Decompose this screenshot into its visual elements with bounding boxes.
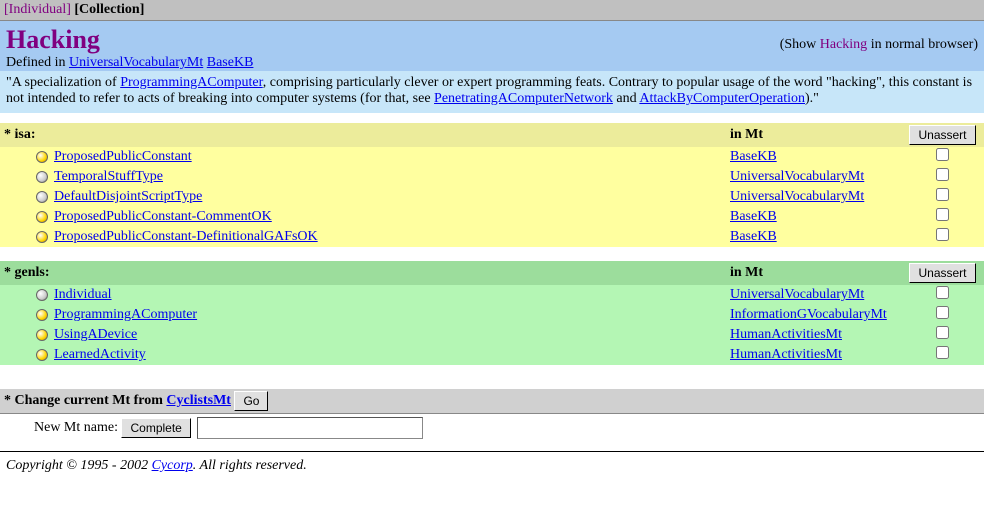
footer-text: Copyright © 1995 - 2002 [6,458,152,473]
bullet-icon [36,349,48,361]
unassert-checkbox[interactable] [936,208,949,221]
bullet-icon [36,309,48,321]
row-mt-link[interactable]: UniversalVocabularyMt [730,189,864,204]
row-mt-link[interactable]: HumanActivitiesMt [730,327,842,342]
isa-body: ProposedPublicConstant BaseKB TemporalStuf… [0,147,984,247]
row-label-link[interactable]: DefaultDisjointScriptType [54,189,202,204]
table-row: ProposedPublicConstant-DefinitionalGAFsO… [0,227,984,247]
unassert-checkbox[interactable] [936,326,949,339]
table-row: ProgrammingAComputer InformationGVocabula… [0,305,984,325]
bullet-icon [36,191,48,203]
bullet-icon [36,289,48,301]
row-label-link[interactable]: ProgrammingAComputer [54,307,197,322]
page-title: Hacking [6,25,100,55]
row-label-link[interactable]: ProposedPublicConstant-CommentOK [54,209,272,224]
row-mt-link[interactable]: InformationGVocabularyMt [730,307,887,322]
defined-prefix: Defined in [6,55,69,70]
genls-mt-label: in Mt [730,265,905,281]
table-row: UsingADevice HumanActivitiesMt [0,325,984,345]
desc-link-penetrating[interactable]: PenetratingAComputerNetwork [434,91,613,106]
row-mt-link[interactable]: UniversalVocabularyMt [730,169,864,184]
bullet-icon [36,211,48,223]
defined-link-uvm[interactable]: UniversalVocabularyMt [69,55,203,70]
divider [0,451,984,452]
row-label-link[interactable]: ProposedPublicConstant [54,149,192,164]
show-link[interactable]: Hacking [820,37,867,52]
unassert-checkbox[interactable] [936,346,949,359]
desc-link-programming[interactable]: ProgrammingAComputer [120,75,263,90]
unassert-checkbox[interactable] [936,306,949,319]
unassert-checkbox[interactable] [936,168,949,181]
genls-unassert-button[interactable]: Unassert [909,263,975,283]
defined-in: Defined in UniversalVocabularyMt BaseKB [6,55,978,71]
go-button[interactable]: Go [234,391,268,411]
row-label-link[interactable]: TemporalStuffType [54,169,163,184]
desc-text: and [613,91,639,106]
footer: Copyright © 1995 - 2002 Cycorp. All righ… [0,456,984,482]
table-row: ProposedPublicConstant-CommentOK BaseKB [0,207,984,227]
table-row: DefaultDisjointScriptType UniversalVocabu… [0,187,984,207]
new-mt-row: New Mt name: Complete [0,414,984,445]
bullet-icon [36,329,48,341]
show-in-browser: (Show Hacking in normal browser) [780,37,978,53]
table-row: TemporalStuffType UniversalVocabularyMt [0,167,984,187]
desc-text: "A specialization of [6,75,120,90]
row-mt-link[interactable]: BaseKB [730,209,777,224]
unassert-checkbox[interactable] [936,148,949,161]
show-prefix: (Show [780,37,820,52]
isa-label: * isa: [4,127,730,143]
row-mt-link[interactable]: HumanActivitiesMt [730,347,842,362]
isa-unassert-button[interactable]: Unassert [909,125,975,145]
unassert-checkbox[interactable] [936,286,949,299]
bullet-icon [36,171,48,183]
header: Hacking (Show Hacking in normal browser)… [0,21,984,71]
row-mt-link[interactable]: UniversalVocabularyMt [730,287,864,302]
row-label-link[interactable]: LearnedActivity [54,347,146,362]
row-mt-link[interactable]: BaseKB [730,229,777,244]
table-row: LearnedActivity HumanActivitiesMt [0,345,984,365]
change-mt-bar: * Change current Mt from CyclistsMt Go [0,389,984,414]
table-row: Individual UniversalVocabularyMt [0,285,984,305]
genls-body: Individual UniversalVocabularyMt Programmi… [0,285,984,365]
footer-text: . All rights reserved. [193,458,307,473]
isa-header: * isa: in Mt Unassert [0,123,984,147]
isa-mt-label: in Mt [730,127,905,143]
desc-text: )." [805,91,819,106]
unassert-checkbox[interactable] [936,188,949,201]
genls-header: * genls: in Mt Unassert [0,261,984,285]
complete-button[interactable]: Complete [121,418,190,438]
change-mt-link[interactable]: CyclistsMt [166,393,231,408]
collection-link[interactable]: [Collection] [74,2,144,17]
individual-link[interactable]: [Individual] [4,2,71,17]
description: "A specialization of ProgrammingACompute… [0,71,984,113]
footer-link-cycorp[interactable]: Cycorp [152,458,193,473]
new-mt-input[interactable] [197,417,423,439]
unassert-checkbox[interactable] [936,228,949,241]
desc-link-attack[interactable]: AttackByComputerOperation [639,91,805,106]
row-label-link[interactable]: ProposedPublicConstant-DefinitionalGAFsO… [54,229,318,244]
show-suffix: in normal browser) [867,37,978,52]
change-mt-prefix: * Change current Mt from CyclistsMt [4,393,231,409]
row-label-link[interactable]: Individual [54,287,112,302]
defined-link-basekb[interactable]: BaseKB [207,55,254,70]
row-label-link[interactable]: UsingADevice [54,327,137,342]
row-mt-link[interactable]: BaseKB [730,149,777,164]
topbar: [Individual] [Collection] [0,0,984,21]
table-row: ProposedPublicConstant BaseKB [0,147,984,167]
new-mt-label: New Mt name: [34,420,118,436]
bullet-icon [36,231,48,243]
bullet-icon [36,151,48,163]
genls-label: * genls: [4,265,730,281]
